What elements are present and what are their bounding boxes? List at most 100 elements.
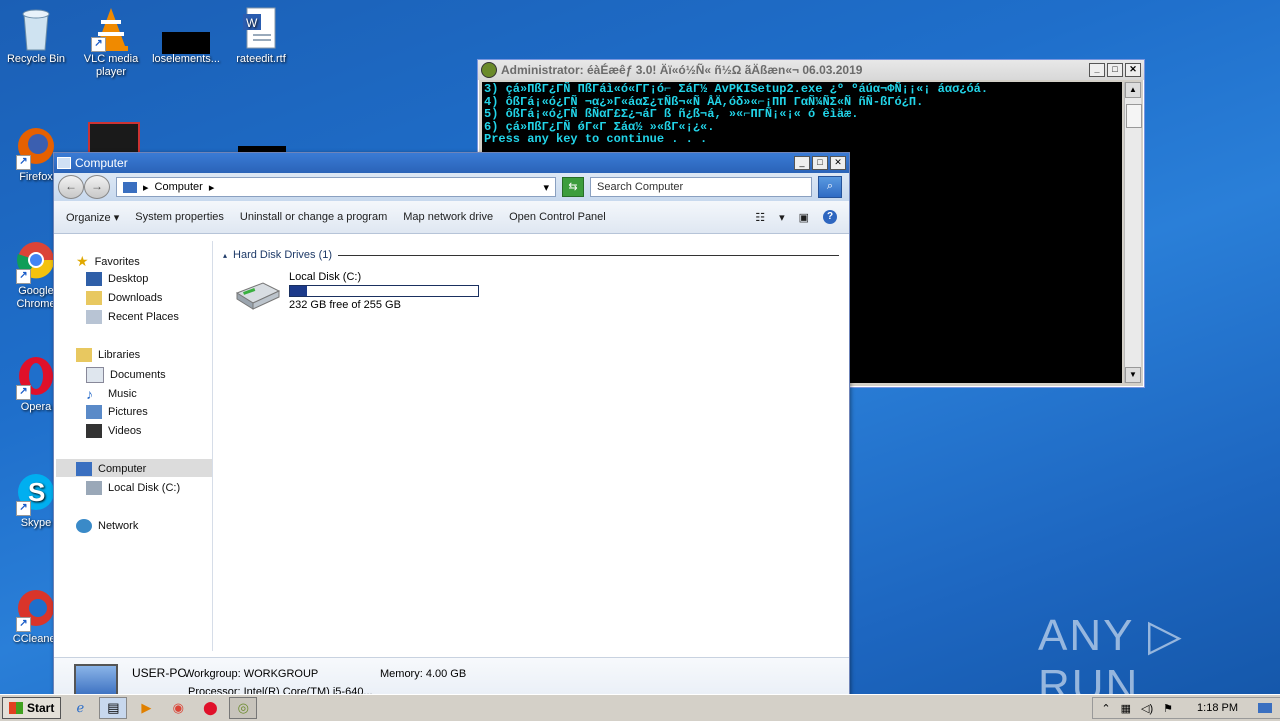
- network-icon: [76, 519, 92, 533]
- shortcut-arrow-icon: ↗: [16, 385, 31, 400]
- collapse-arrow-icon[interactable]: ▴: [223, 251, 227, 260]
- desktop-icon-loselements[interactable]: loselements...: [148, 6, 224, 66]
- minimize-button[interactable]: _: [1089, 63, 1105, 77]
- nav-label: Desktop: [108, 273, 149, 285]
- explorer-window[interactable]: Computer _ □ ✕ ← → ▸ Computer ▸ ▾ ⇆ Sear…: [53, 152, 850, 702]
- close-button[interactable]: ✕: [1125, 63, 1141, 77]
- close-button[interactable]: ✕: [830, 156, 846, 170]
- system-properties-button[interactable]: System properties: [135, 211, 224, 223]
- maximize-button[interactable]: □: [1107, 63, 1123, 77]
- skype-icon: S ↗: [14, 470, 58, 516]
- nav-label: Recent Places: [108, 311, 179, 323]
- change-view-icon[interactable]: ☷: [755, 211, 765, 224]
- taskbar-opera-icon[interactable]: ⬤: [197, 698, 223, 718]
- view-dropdown-icon[interactable]: ▾: [779, 211, 785, 224]
- forward-arrow-icon[interactable]: →: [84, 175, 110, 199]
- flag-icon[interactable]: ⚑: [1163, 702, 1173, 715]
- scroll-up-arrow-icon[interactable]: ▲: [1125, 82, 1141, 98]
- explorer-title: Computer: [75, 156, 128, 170]
- nav-item-favorites[interactable]: ★ Favorites: [76, 253, 140, 270]
- map-network-drive-button[interactable]: Map network drive: [403, 211, 493, 223]
- search-input[interactable]: Search Computer: [590, 177, 812, 197]
- taskbar-console-icon[interactable]: ◎: [229, 697, 258, 719]
- star-icon: ★: [76, 253, 89, 269]
- nav-item-downloads[interactable]: Downloads: [86, 291, 162, 305]
- workgroup: Workgroup: WORKGROUP: [184, 668, 319, 680]
- taskbar-chrome-icon[interactable]: ◉: [165, 698, 191, 718]
- console-line: Press any key to continue . . .: [484, 132, 708, 146]
- maximize-button[interactable]: □: [812, 156, 828, 170]
- address-bar[interactable]: ▸ Computer ▸ ▾: [116, 177, 556, 197]
- help-icon[interactable]: ?: [823, 210, 837, 224]
- group-header[interactable]: ▴ Hard Disk Drives (1): [223, 249, 839, 261]
- organize-button[interactable]: Organize ▾: [66, 211, 119, 224]
- scroll-thumb[interactable]: [1126, 104, 1142, 128]
- group-header-label: Hard Disk Drives (1): [233, 249, 333, 261]
- windows-logo-icon: [9, 702, 23, 714]
- desktop-icon-label: rateedit.rtf: [236, 53, 286, 65]
- taskbar-media-player-icon[interactable]: ▶: [133, 698, 159, 718]
- nav-label: Network: [98, 520, 139, 532]
- command-toolbar: Organize ▾ System properties Uninstall o…: [54, 201, 849, 234]
- nav-item-documents[interactable]: Documents: [86, 367, 166, 383]
- computer-icon: [57, 157, 71, 169]
- organize-label: Organize: [66, 211, 111, 224]
- desktop-icon-recycle-bin[interactable]: Recycle Bin: [0, 6, 74, 66]
- breadcrumb-computer[interactable]: Computer: [155, 181, 203, 193]
- nav-item-pictures[interactable]: Pictures: [86, 405, 148, 419]
- preview-pane-icon[interactable]: ▣: [799, 211, 809, 224]
- nav-item-local-disk[interactable]: Local Disk (C:): [86, 481, 180, 495]
- desktop-icon-label: Opera: [20, 401, 52, 413]
- show-desktop-icon[interactable]: [1258, 703, 1272, 713]
- console-app-icon: [481, 62, 497, 78]
- nav-label: Libraries: [98, 349, 141, 361]
- search-icon[interactable]: ⌕: [818, 176, 842, 198]
- breadcrumb-dropdown-icon[interactable]: ▸: [209, 181, 215, 194]
- tray-expand-icon[interactable]: ⌃: [1101, 702, 1110, 715]
- back-arrow-icon[interactable]: ←: [58, 175, 84, 199]
- vlc-cone-icon: ↗: [89, 6, 133, 52]
- console-titlebar[interactable]: Administrator: éàÉæêƒ 3.0! Äï«ó½Ñ« ñ½Ω ã…: [478, 60, 1144, 80]
- clock[interactable]: 1:18 PM: [1197, 702, 1238, 714]
- drive-item[interactable]: Local Disk (C:) 232 GB free of 255 GB: [233, 271, 479, 314]
- address-dropdown-icon[interactable]: ▾: [543, 181, 549, 194]
- documents-icon: [86, 367, 104, 383]
- nav-label: Pictures: [108, 406, 148, 418]
- uninstall-program-button[interactable]: Uninstall or change a program: [240, 211, 387, 223]
- network-tray-icon[interactable]: ▦: [1121, 702, 1131, 715]
- computer-icon: [76, 462, 92, 476]
- start-button[interactable]: Start: [2, 697, 62, 719]
- nav-label: Documents: [110, 369, 166, 381]
- nav-item-videos[interactable]: Videos: [86, 424, 141, 438]
- scroll-down-arrow-icon[interactable]: ▼: [1125, 367, 1141, 383]
- refresh-icon[interactable]: ⇆: [562, 177, 584, 197]
- taskbar-explorer-icon[interactable]: ▤: [99, 697, 128, 719]
- volume-icon[interactable]: ◁): [1141, 702, 1153, 715]
- taskbar-ie-icon[interactable]: ℯ: [67, 698, 93, 718]
- computer-large-icon: [74, 664, 118, 698]
- console-title: Administrator: éàÉæêƒ 3.0! Äï«ó½Ñ« ñ½Ω ã…: [501, 63, 863, 77]
- desktop-icon-vlc[interactable]: ↗ VLC media player: [73, 6, 149, 79]
- console-scrollbar[interactable]: ▲ ▼: [1124, 82, 1142, 383]
- desktop-icon-label: loselements...: [152, 53, 220, 65]
- libraries-icon: [76, 348, 92, 362]
- word-document-icon: W: [239, 6, 283, 50]
- drive-name: Local Disk (C:): [289, 271, 362, 283]
- navigation-pane: ★ Favorites Desktop Downloads Recent Plac…: [54, 241, 213, 651]
- desktop-icon-label: Recycle Bin: [6, 53, 66, 65]
- open-control-panel-button[interactable]: Open Control Panel: [509, 211, 606, 223]
- minimize-button[interactable]: _: [794, 156, 810, 170]
- nav-item-computer[interactable]: Computer: [76, 462, 146, 476]
- desktop-icon-rateedit[interactable]: W rateedit.rtf: [223, 6, 299, 66]
- nav-item-libraries[interactable]: Libraries: [76, 348, 140, 362]
- nav-item-recent-places[interactable]: Recent Places: [86, 310, 179, 324]
- hard-drive-icon: [233, 279, 281, 314]
- breadcrumb-separator-icon[interactable]: ▸: [143, 181, 149, 194]
- drive-usage-bar: [289, 285, 479, 297]
- nav-item-desktop[interactable]: Desktop: [86, 272, 148, 286]
- chrome-icon: ↗: [14, 238, 58, 284]
- nav-item-network[interactable]: Network: [76, 519, 138, 533]
- nav-item-music[interactable]: ♪ Music: [86, 386, 137, 402]
- explorer-titlebar[interactable]: Computer _ □ ✕: [54, 153, 849, 173]
- content-pane: ▴ Hard Disk Drives (1) Local Disk (C:) 2…: [215, 241, 847, 651]
